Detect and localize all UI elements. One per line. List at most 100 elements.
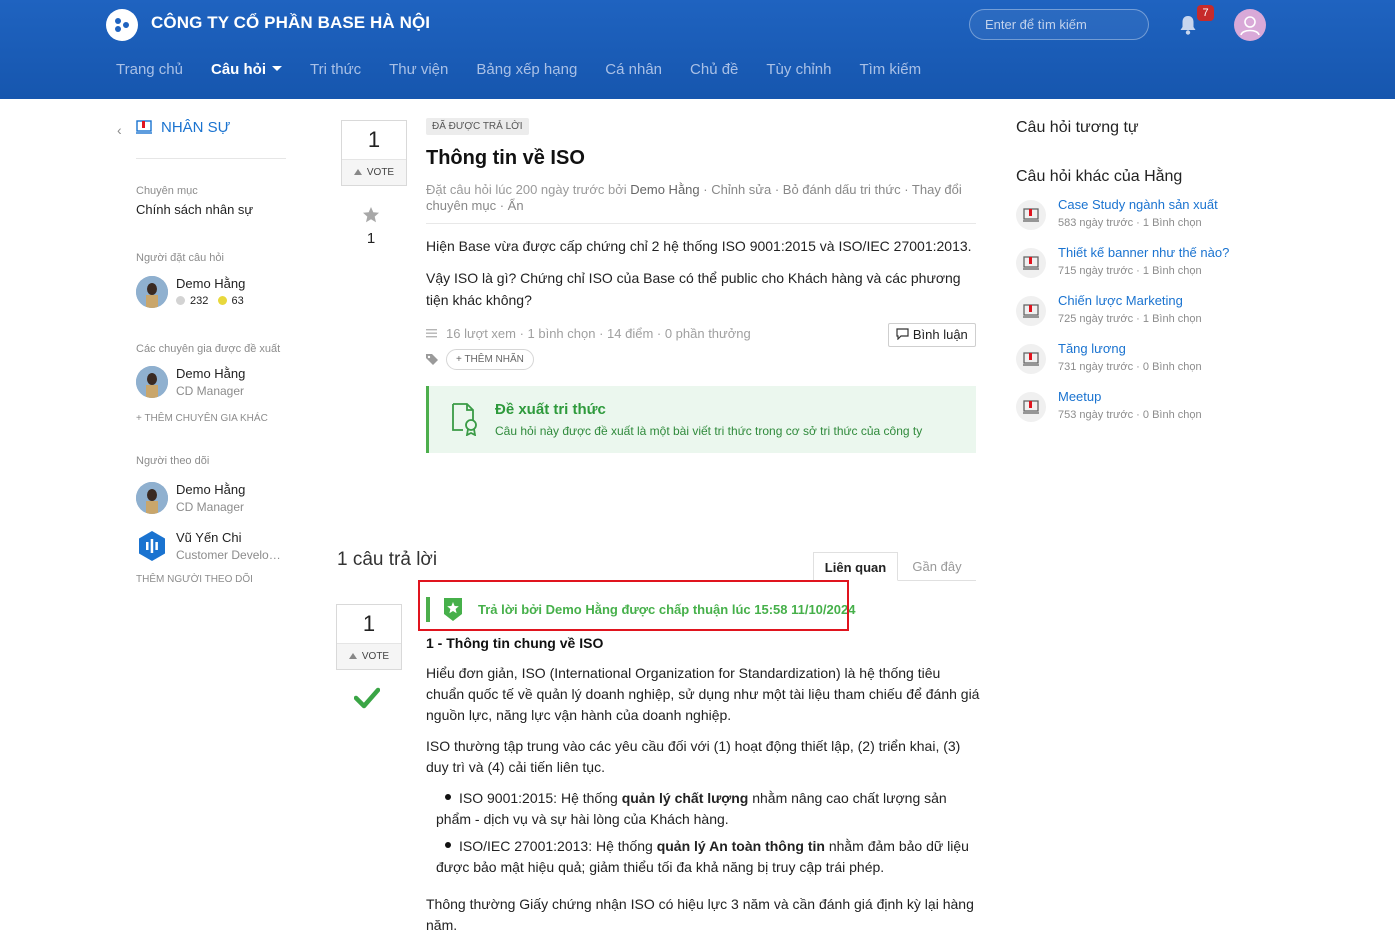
book-icon (1016, 248, 1046, 278)
nav-questions[interactable]: Câu hỏi (211, 61, 282, 78)
list-item[interactable]: Chiến lược Marketing 725 ngày trước · 1 … (1016, 293, 1276, 336)
question-meta: 725 ngày trước · 1 Bình chọn (1058, 313, 1202, 325)
answer-paragraph: Hiểu đơn giản, ISO (International Organi… (426, 665, 980, 723)
star-count: 1 (366, 230, 376, 247)
author-link[interactable]: Demo Hằng (630, 182, 699, 197)
asker-label: Người đặt câu hỏi (136, 252, 224, 264)
question-paragraph: Hiện Base vừa được cấp chứng chỉ 2 hệ th… (426, 238, 972, 254)
expert-card[interactable]: Demo Hằng CD Manager (136, 366, 296, 402)
nav-personal[interactable]: Cá nhân (605, 61, 662, 78)
upvote-icon (353, 169, 362, 175)
category-value[interactable]: Chính sách nhân sự (136, 202, 253, 217)
book-icon (136, 120, 152, 134)
search-input[interactable] (969, 9, 1149, 40)
follower-logo-icon (136, 530, 168, 562)
avatar (136, 482, 168, 514)
vote-button[interactable]: VOTE (337, 643, 401, 669)
question-meta: 583 ngày trước · 1 Bình chọn (1058, 217, 1202, 229)
book-icon (1016, 200, 1046, 230)
company-logo-icon[interactable] (106, 9, 138, 41)
asker-name[interactable]: Demo Hằng (176, 276, 245, 291)
question-link[interactable]: Case Study ngành sản xuất (1058, 197, 1218, 212)
follower-title: CD Manager (176, 500, 245, 514)
question-meta: 731 ngày trước · 0 Bình chọn (1058, 361, 1202, 373)
add-follower-link[interactable]: THÊM NGƯỜI THEO DÕI (136, 573, 266, 586)
chevron-down-icon (271, 66, 282, 71)
similar-questions-heading: Câu hỏi tương tự (1016, 119, 1139, 136)
tab-recent[interactable]: Gần đây (898, 552, 976, 581)
star-icon[interactable] (362, 206, 380, 224)
answer-paragraph: ISO thường tập trung vào các yêu cầu đối… (426, 738, 961, 775)
upvote-icon (348, 653, 357, 659)
book-icon (1016, 392, 1046, 422)
experts-label: Các chuyên gia được đề xuất (136, 343, 281, 355)
vote-button[interactable]: VOTE (342, 159, 406, 185)
nav-home[interactable]: Trang chủ (116, 61, 183, 78)
department-link[interactable]: NHÂN SỰ (161, 119, 231, 136)
list-item[interactable]: Thiết kế banner như thế nào? 715 ngày tr… (1016, 245, 1276, 288)
list-item[interactable]: Case Study ngành sản xuất 583 ngày trước… (1016, 197, 1276, 240)
answer-vote-box: 1 VOTE (336, 604, 402, 670)
company-name[interactable]: CÔNG TY CỔ PHẦN BASE HÀ NỘI (151, 13, 430, 33)
category-label: Chuyên mục (136, 185, 198, 197)
follower-name[interactable]: Demo Hằng (176, 482, 245, 497)
answers-count: 1 câu trả lời (337, 549, 438, 570)
status-badge: ĐÃ ĐƯỢC TRẢ LỜI (426, 118, 529, 135)
answer-paragraph: Thông thường Giấy chứng nhận ISO có hiệu… (426, 896, 974, 933)
vote-count: 1 (367, 127, 381, 152)
asker-card[interactable]: Demo Hằng 232 63 (136, 276, 296, 312)
nav-search[interactable]: Tìm kiếm (859, 61, 921, 78)
question-link[interactable]: Tăng lương (1058, 341, 1126, 356)
followers-label: Người theo dõi (136, 455, 210, 467)
tag-icon (426, 354, 438, 365)
certificate-icon (452, 403, 477, 436)
question-link[interactable]: Thiết kế banner như thế nào? (1058, 245, 1229, 260)
vote-count: 1 (362, 611, 376, 636)
notification-bell-icon[interactable] (1178, 14, 1198, 36)
add-tag-button[interactable]: + THÊM NHÃN (446, 349, 534, 370)
nav-library[interactable]: Thư viện (389, 61, 448, 78)
book-icon (1016, 296, 1046, 326)
highlight-box (418, 580, 849, 631)
asker-points: 232 63 (176, 295, 244, 307)
nav-settings[interactable]: Tùy chỉnh (766, 61, 831, 78)
expert-title: CD Manager (176, 384, 245, 398)
list-item[interactable]: Tăng lương 731 ngày trước · 0 Bình chọn (1016, 341, 1276, 384)
nav-knowledge[interactable]: Tri thức (310, 61, 361, 78)
comment-icon (896, 328, 909, 341)
list-item: ISO/IEC 27001:2013: Hệ thống quản lý An … (436, 838, 969, 875)
list-icon (426, 329, 437, 338)
other-questions-heading: Câu hỏi khác của Hằng (1016, 168, 1183, 185)
main-nav: Trang chủ Câu hỏi Tri thức Thư viện Bảng… (116, 61, 949, 78)
suggestion-subtitle: Câu hỏi này được đề xuất là một bài viết… (495, 424, 923, 438)
question-meta: Đặt câu hỏi lúc 200 ngày trước bởi Demo … (426, 182, 962, 213)
expert-name[interactable]: Demo Hằng (176, 366, 245, 381)
add-expert-link[interactable]: + THÊM CHUYÊN GIA KHÁC (136, 412, 268, 425)
nav-leaderboard[interactable]: Bảng xếp hạng (476, 61, 577, 78)
knowledge-suggestion-box: Đề xuất tri thức Câu hỏi này được đề xuấ… (426, 386, 976, 453)
top-header: CÔNG TY CỔ PHẦN BASE HÀ NỘI 7 Trang chủ … (0, 0, 1395, 99)
question-link[interactable]: Chiến lược Marketing (1058, 293, 1183, 308)
follower-name[interactable]: Vũ Yến Chi (176, 530, 242, 545)
question-vote-box: 1 VOTE (341, 120, 407, 186)
comment-button[interactable]: Bình luận (888, 323, 976, 347)
list-item: ISO 9001:2015: Hệ thống quản lý chất lượ… (436, 790, 947, 827)
follower-card[interactable]: Vũ Yến Chi Customer Development (136, 530, 296, 566)
divider (136, 158, 286, 159)
follower-card[interactable]: Demo Hằng CD Manager (136, 482, 296, 518)
question-link[interactable]: Meetup (1058, 389, 1101, 404)
suggestion-title: Đề xuất tri thức (495, 401, 606, 418)
list-item[interactable]: Meetup 753 ngày trước · 0 Bình chọn (1016, 389, 1276, 432)
answer-heading: 1 - Thông tin chung về ISO (426, 635, 604, 651)
question-title: Thông tin về ISO (426, 147, 585, 169)
divider (426, 223, 976, 224)
user-avatar[interactable] (1234, 9, 1266, 41)
back-chevron-icon[interactable]: ‹ (117, 122, 122, 138)
tab-related[interactable]: Liên quan (813, 552, 898, 581)
notification-badge: 7 (1197, 5, 1214, 21)
nav-topics[interactable]: Chủ đề (690, 61, 738, 78)
follower-title: Customer Development (176, 548, 286, 562)
accepted-check-icon (354, 687, 380, 709)
question-paragraph: Vậy ISO là gì? Chứng chỉ ISO của Base có… (426, 270, 961, 308)
question-meta: 715 ngày trước · 1 Bình chọn (1058, 265, 1202, 277)
